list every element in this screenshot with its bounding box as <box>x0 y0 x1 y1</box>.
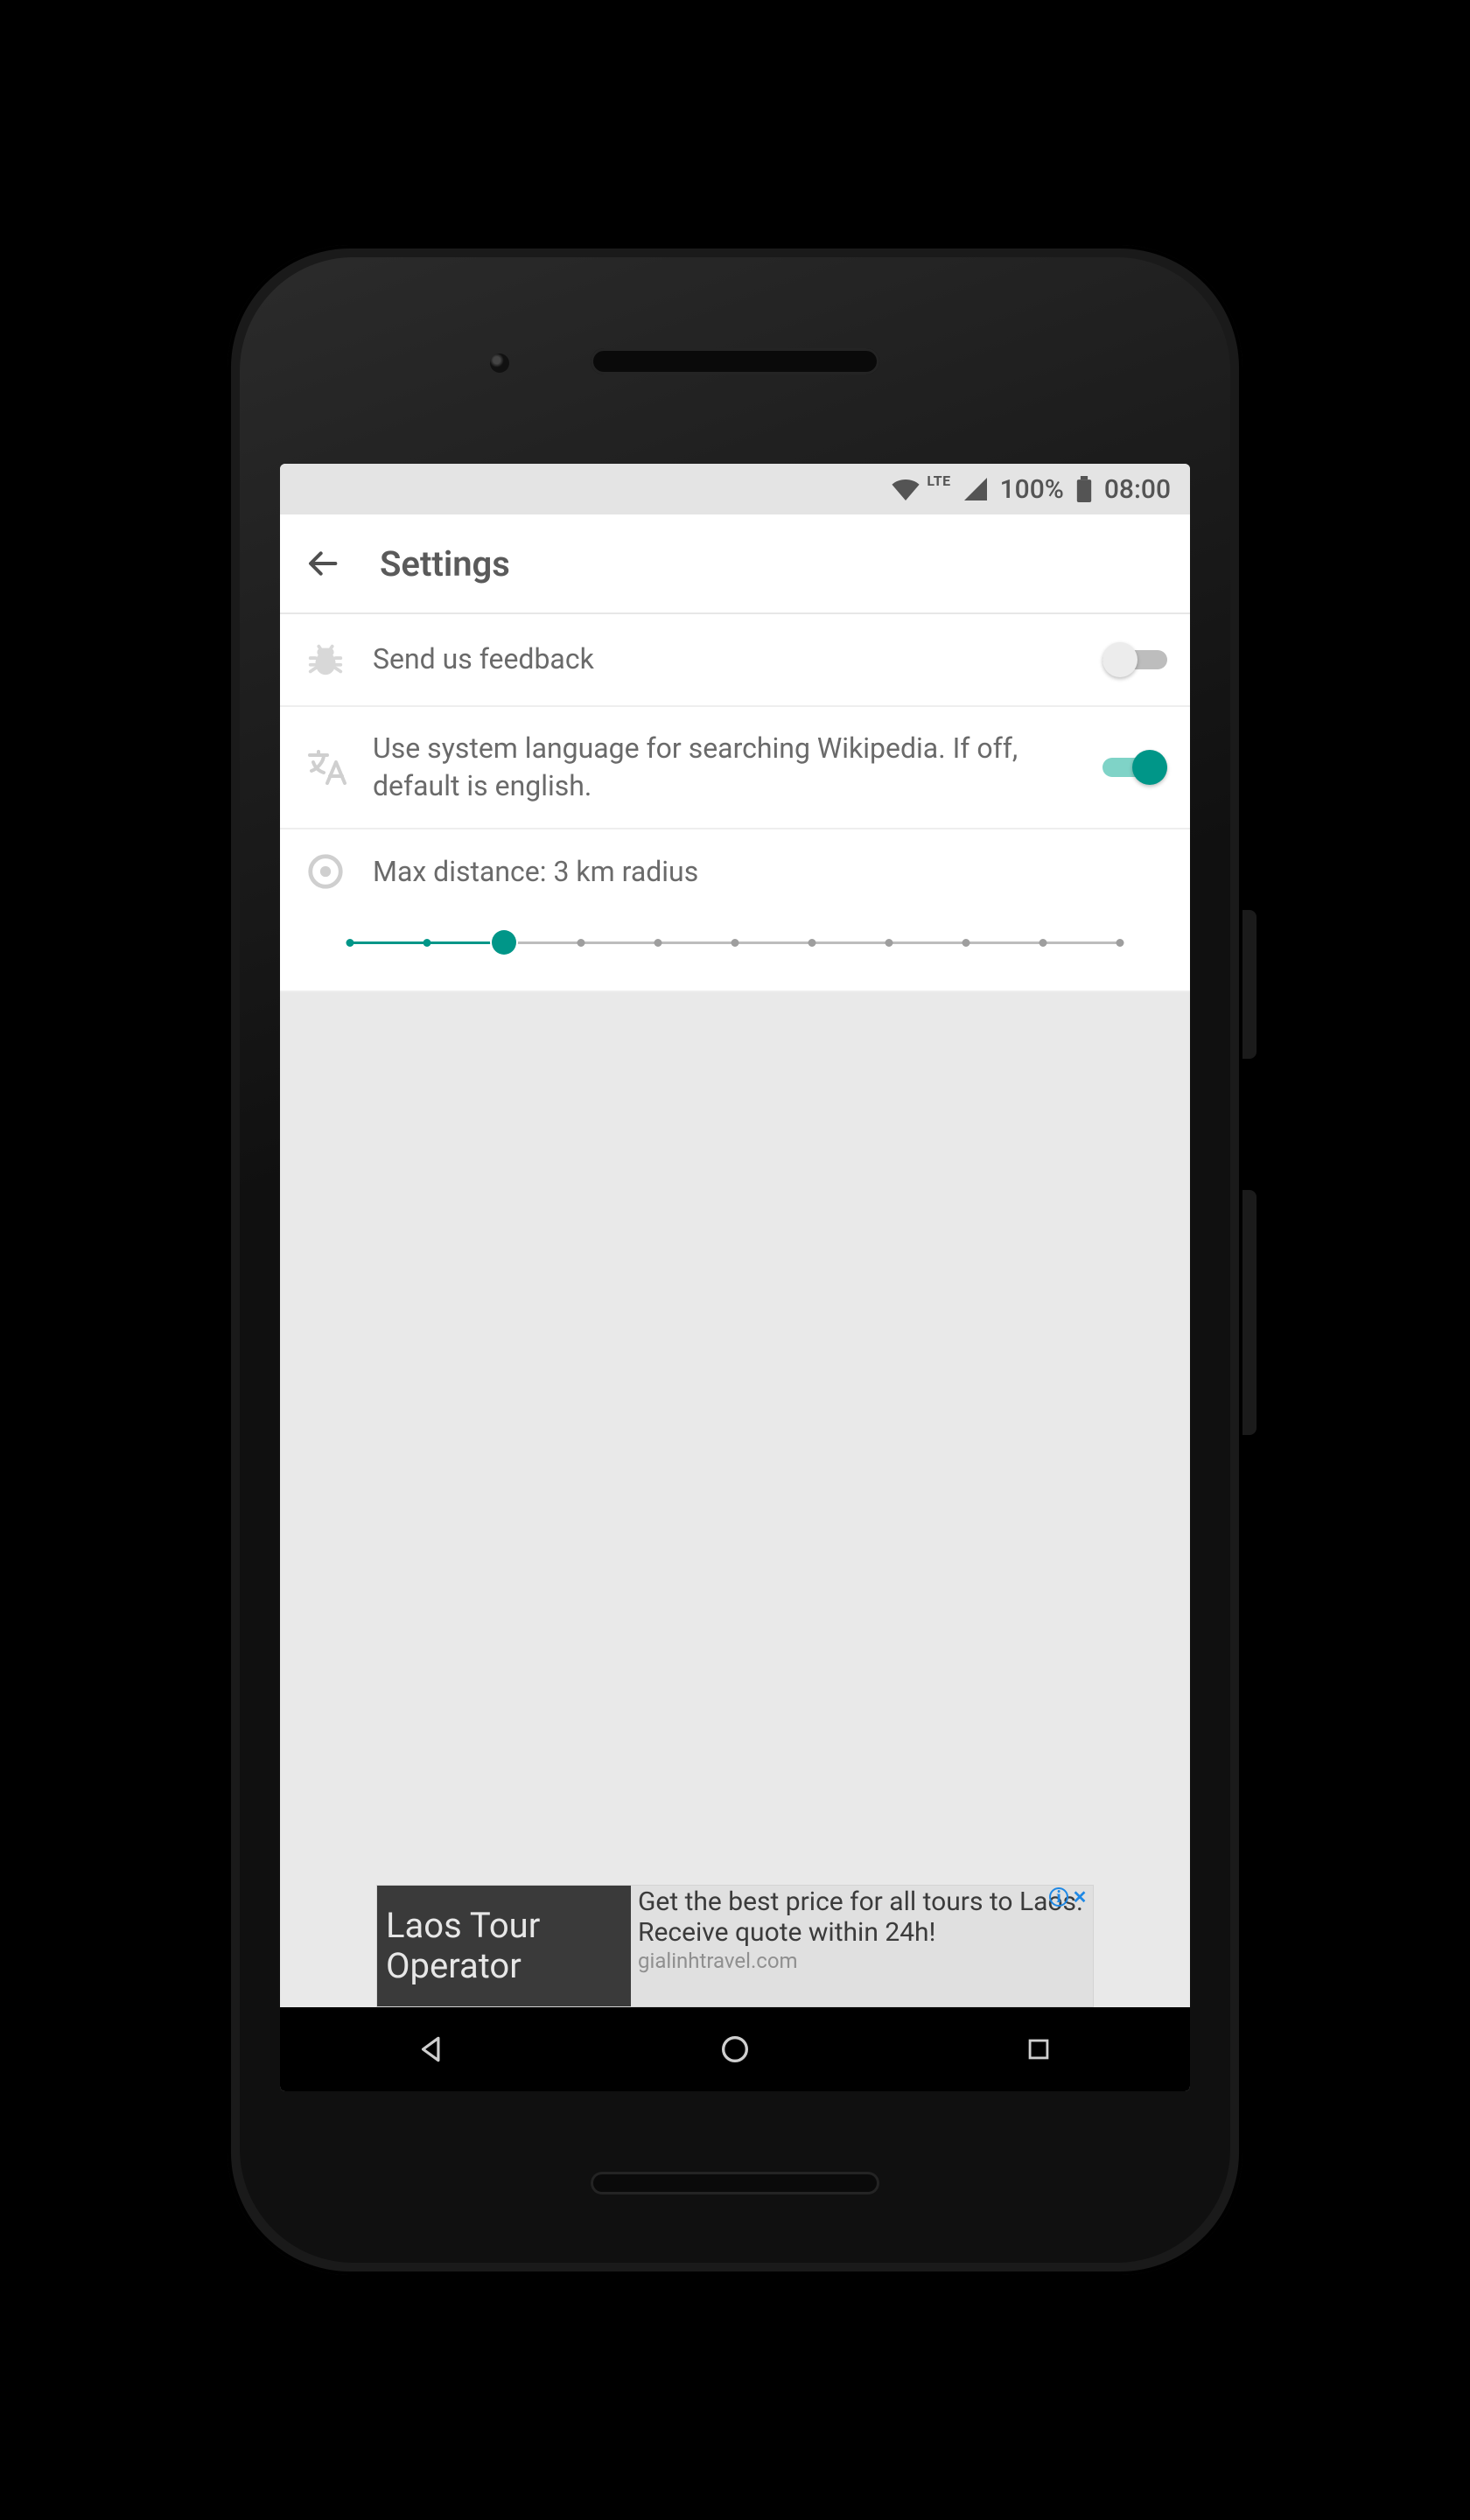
setting-label: Use system language for searching Wikipe… <box>373 730 1078 805</box>
bottom-speaker <box>591 2172 879 2194</box>
setting-row-distance: Max distance: 3 km radius <box>280 830 1190 992</box>
earpiece <box>591 348 879 374</box>
slider-tick <box>962 939 970 947</box>
nav-back-button[interactable] <box>405 2023 458 2076</box>
slider-tick <box>808 939 816 947</box>
triangle-back-icon <box>415 2033 448 2066</box>
front-camera <box>490 354 509 373</box>
translate-icon <box>303 745 348 790</box>
ad-banner[interactable]: Laos Tour Operator Get the best price fo… <box>376 1885 1094 2007</box>
power-button <box>1242 910 1256 1059</box>
radius-icon <box>303 849 348 894</box>
wifi-icon <box>892 478 920 500</box>
slider-tick <box>654 939 662 947</box>
slider-tick <box>578 939 585 947</box>
slider-tick <box>346 939 354 947</box>
cell-signal-icon <box>963 478 988 500</box>
slider-tick <box>886 939 893 947</box>
setting-row-language[interactable]: Use system language for searching Wikipe… <box>280 707 1190 830</box>
screen: LTE 100% 08:00 Settings <box>280 464 1190 2091</box>
ad-display-url: gialinhtravel.com <box>638 1950 1086 1974</box>
app-bar: Settings <box>280 514 1190 614</box>
arrow-back-icon <box>306 546 341 581</box>
ad-info-icon[interactable]: i <box>1049 1887 1068 1907</box>
adchoices[interactable]: i ✕ <box>1046 1886 1093 1908</box>
page-title: Settings <box>380 543 510 584</box>
slider-tick <box>424 939 431 947</box>
status-bar: LTE 100% 08:00 <box>280 464 1190 514</box>
circle-home-icon <box>718 2032 752 2067</box>
setting-row-feedback[interactable]: Send us feedback <box>280 614 1190 707</box>
setting-label: Send us feedback <box>373 640 1078 678</box>
bug-icon <box>303 637 348 682</box>
slider-thumb[interactable] <box>492 930 516 955</box>
battery-icon <box>1076 476 1092 502</box>
ad-close-icon[interactable]: ✕ <box>1070 1887 1089 1907</box>
slider-tick <box>1040 939 1047 947</box>
ad-body: Get the best price for all tours to Laos… <box>638 1887 1086 1948</box>
distance-slider[interactable] <box>350 931 1120 956</box>
language-toggle[interactable] <box>1102 750 1167 785</box>
square-recents-icon <box>1024 2034 1054 2064</box>
slider-tick <box>1116 939 1124 947</box>
back-button[interactable] <box>303 542 345 584</box>
feedback-toggle[interactable] <box>1102 642 1167 677</box>
network-type-label: LTE <box>927 472 950 489</box>
volume-button <box>1242 1190 1256 1435</box>
battery-percent: 100% <box>1000 474 1064 505</box>
setting-label: Max distance: 3 km radius <box>373 855 698 888</box>
nav-recents-button[interactable] <box>1012 2023 1065 2076</box>
nav-home-button[interactable] <box>709 2023 761 2076</box>
slider-tick <box>732 939 739 947</box>
clock: 08:00 <box>1104 474 1171 505</box>
phone-frame: LTE 100% 08:00 Settings <box>228 245 1242 2275</box>
system-nav-bar <box>280 2007 1190 2091</box>
ad-headline: Laos Tour Operator <box>377 1886 631 2006</box>
